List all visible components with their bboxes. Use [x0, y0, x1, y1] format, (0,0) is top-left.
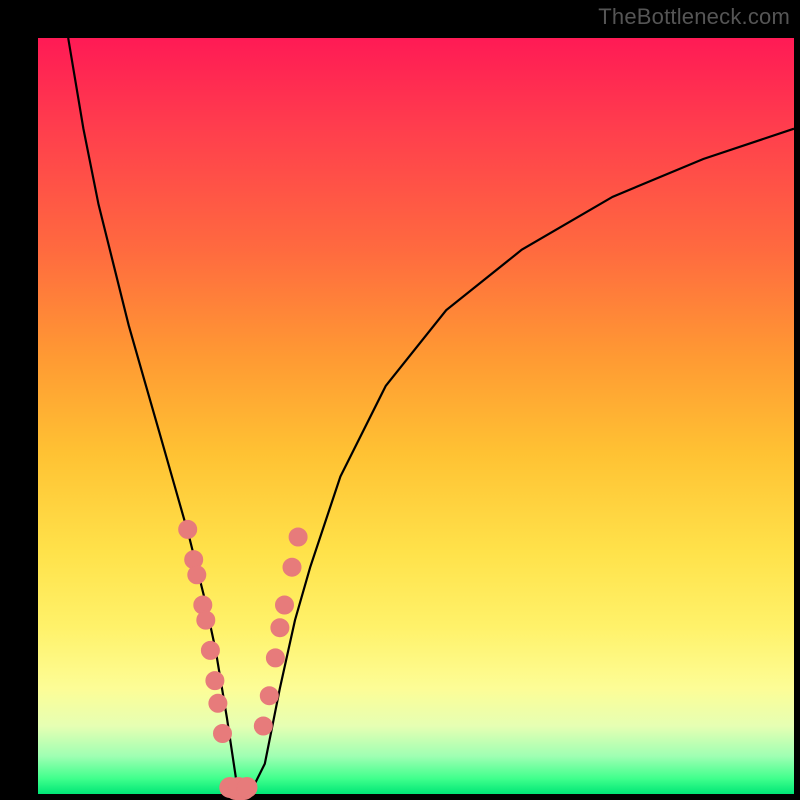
- marker-dot: [188, 566, 206, 584]
- bottom-lobe-bump: [237, 778, 257, 798]
- marker-dot: [266, 649, 284, 667]
- marker-dot: [283, 558, 301, 576]
- bottleneck-curve-path: [68, 38, 794, 794]
- frame-border-left: [0, 0, 38, 800]
- marker-dot: [271, 619, 289, 637]
- marker-dot: [209, 694, 227, 712]
- marker-dot: [214, 725, 232, 743]
- bottom-lobe: [220, 778, 257, 800]
- marker-dot: [179, 520, 197, 538]
- watermark-text: TheBottleneck.com: [598, 4, 790, 30]
- marker-dot: [289, 528, 307, 546]
- marker-dot: [254, 717, 272, 735]
- bottleneck-curve-svg: [38, 38, 794, 794]
- marker-dot: [260, 687, 278, 705]
- marker-dot: [276, 596, 294, 614]
- plot-frame: [38, 38, 794, 794]
- frame-border-right: [794, 0, 800, 800]
- marker-dot: [201, 641, 219, 659]
- marker-dot: [197, 611, 215, 629]
- marker-cluster-right: [254, 528, 307, 735]
- marker-cluster-left: [179, 520, 232, 742]
- frame-border-bottom: [0, 794, 800, 800]
- marker-dot: [206, 672, 224, 690]
